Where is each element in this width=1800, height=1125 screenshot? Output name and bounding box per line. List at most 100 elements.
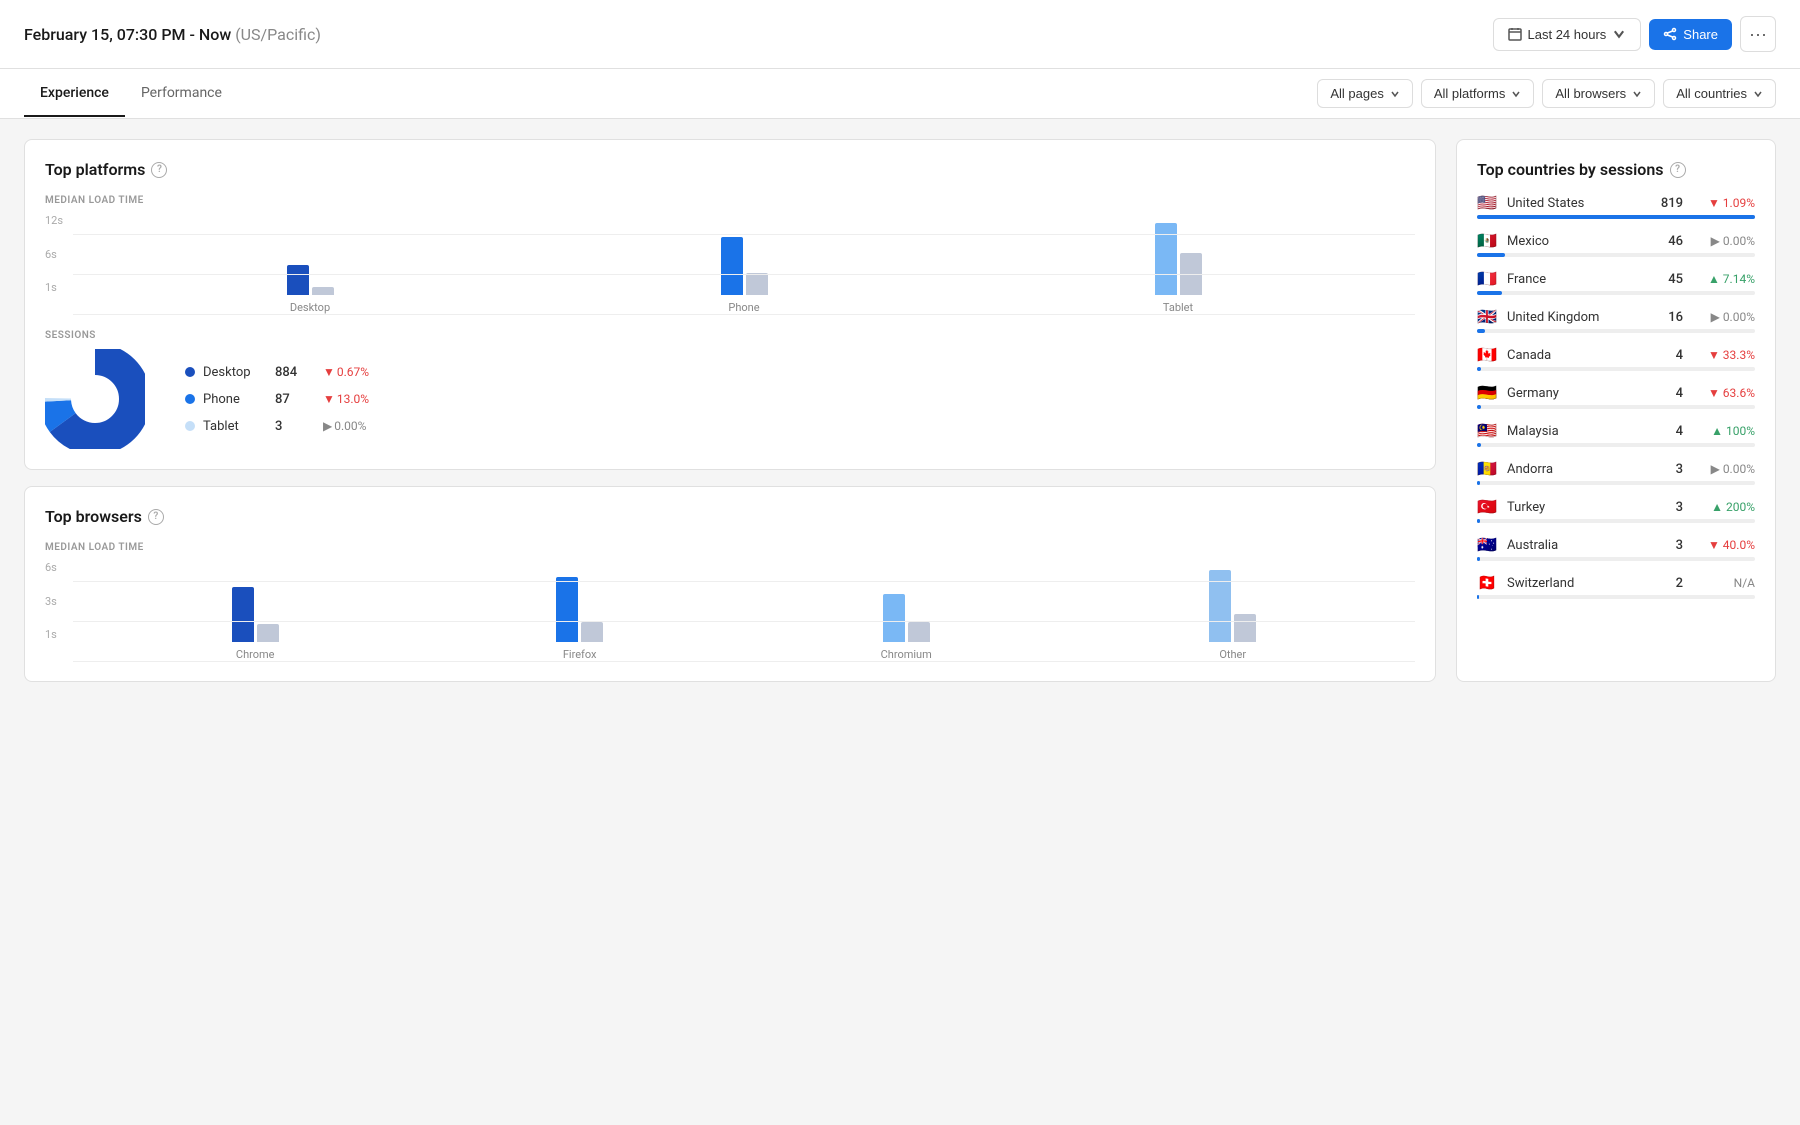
country-flag: 🇲🇽: [1477, 233, 1499, 249]
y-label-6s: 6s: [45, 248, 73, 261]
country-count: 46: [1658, 234, 1683, 249]
country-flag: 🇦🇺: [1477, 537, 1499, 553]
browsers-median-label: MEDIAN LOAD TIME: [45, 542, 1415, 553]
country-progress-fill: [1477, 367, 1481, 371]
country-change: ▼ 40.0%: [1695, 538, 1755, 552]
date-range-text: February 15, 07:30 PM - Now (US/Pacific): [24, 25, 321, 44]
country-progress-bg: [1477, 519, 1755, 523]
browser-grid-top: [73, 581, 1415, 582]
desktop-bar-primary: [287, 265, 309, 295]
country-progress-bg: [1477, 595, 1755, 599]
all-browsers-filter[interactable]: All browsers: [1542, 79, 1655, 108]
header: February 15, 07:30 PM - Now (US/Pacific)…: [0, 0, 1800, 69]
all-pages-label: All pages: [1330, 86, 1383, 101]
country-change: ▶ 0.00%: [1695, 310, 1755, 324]
all-pages-filter[interactable]: All pages: [1317, 79, 1412, 108]
chrome-bar-primary: [232, 587, 254, 642]
country-item: 🇲🇽 Mexico 46 ▶ 0.00%: [1477, 233, 1755, 257]
phone-label: Phone: [728, 301, 759, 314]
country-count: 16: [1658, 310, 1683, 325]
grid-line-mid: [73, 274, 1415, 275]
country-flag: 🇬🇧: [1477, 309, 1499, 325]
country-change: ▼ 63.6%: [1695, 386, 1755, 400]
country-item: 🇩🇪 Germany 4 ▼ 63.6%: [1477, 385, 1755, 409]
time-range-button[interactable]: Last 24 hours: [1493, 18, 1642, 51]
country-progress-bg: [1477, 367, 1755, 371]
legend-phone: Phone 87 ▼ 13.0%: [185, 392, 369, 407]
tablet-change: ▶ 0.00%: [323, 419, 366, 433]
country-progress-fill: [1477, 253, 1505, 257]
country-name: Mexico: [1507, 234, 1650, 249]
firefox-bar-secondary: [581, 622, 603, 642]
tabs-container: Experience Performance: [24, 71, 238, 117]
chrome-bar-secondary: [257, 624, 279, 642]
more-options-button[interactable]: ···: [1740, 16, 1776, 52]
country-flag: 🇩🇪: [1477, 385, 1499, 401]
grid-line-top: [73, 234, 1415, 235]
sessions-label: SESSIONS: [45, 330, 1415, 341]
grid-line-bottom: [73, 314, 1415, 315]
country-name: Canada: [1507, 348, 1650, 363]
country-item: 🇦🇺 Australia 3 ▼ 40.0%: [1477, 537, 1755, 561]
legend-dot-tablet: [185, 421, 195, 431]
country-flag: 🇺🇸: [1477, 195, 1499, 211]
countries-info-icon[interactable]: ?: [1670, 162, 1686, 178]
country-item: 🇲🇾 Malaysia 4 ▲ 100%: [1477, 423, 1755, 447]
phone-bar-primary: [721, 237, 743, 295]
firefox-label: Firefox: [563, 648, 597, 661]
country-name: France: [1507, 272, 1650, 287]
country-progress-bg: [1477, 329, 1755, 333]
browser-grid-mid: [73, 621, 1415, 622]
country-item: 🇨🇦 Canada 4 ▼ 33.3%: [1477, 347, 1755, 371]
all-browsers-label: All browsers: [1555, 86, 1626, 101]
chevron-down-icon: [1632, 89, 1642, 99]
y-label-12s: 12s: [45, 214, 73, 227]
browser-y-label-1s: 1s: [45, 628, 73, 641]
share-button[interactable]: Share: [1649, 19, 1732, 50]
browser-y-label-6s: 6s: [45, 561, 73, 574]
all-countries-filter[interactable]: All countries: [1663, 79, 1776, 108]
legend-tablet: Tablet 3 ▶ 0.00%: [185, 419, 369, 434]
chevron-down-icon: [1390, 89, 1400, 99]
tab-experience[interactable]: Experience: [24, 71, 125, 117]
date-range-value: February 15, 07:30 PM - Now: [24, 25, 231, 44]
chevron-down-icon: [1612, 27, 1626, 41]
legend-dot-phone: [185, 394, 195, 404]
country-change: ▼ 33.3%: [1695, 348, 1755, 362]
country-progress-bg: [1477, 215, 1755, 219]
browsers-info-icon[interactable]: ?: [148, 509, 164, 525]
all-platforms-label: All platforms: [1434, 86, 1506, 101]
country-progress-fill: [1477, 519, 1480, 523]
country-progress-fill: [1477, 405, 1481, 409]
tablet-bar-group: Tablet: [1155, 223, 1202, 314]
country-name: Germany: [1507, 386, 1650, 401]
platforms-bar-chart: 12s 6s 1s: [45, 214, 1415, 314]
legend-desktop: Desktop 884 ▼ 0.67%: [185, 365, 369, 380]
other-bar-secondary: [1234, 614, 1256, 642]
timezone-value: (US/Pacific): [235, 25, 321, 44]
desktop-bar-secondary: [312, 287, 334, 295]
browser-grid-bottom: [73, 661, 1415, 662]
country-progress-fill: [1477, 215, 1755, 219]
time-range-label: Last 24 hours: [1528, 27, 1607, 42]
country-count: 4: [1658, 424, 1683, 439]
platforms-pie-chart: [45, 349, 145, 449]
tab-performance[interactable]: Performance: [125, 71, 238, 117]
country-name: Turkey: [1507, 500, 1650, 515]
country-progress-bg: [1477, 481, 1755, 485]
country-item: 🇹🇷 Turkey 3 ▲ 200%: [1477, 499, 1755, 523]
chrome-bar-group: Chrome: [232, 587, 279, 661]
country-name: Switzerland: [1507, 576, 1650, 591]
platforms-info-icon[interactable]: ?: [151, 162, 167, 178]
country-item: 🇬🇧 United Kingdom 16 ▶ 0.00%: [1477, 309, 1755, 333]
legend-dot-desktop: [185, 367, 195, 377]
header-left: February 15, 07:30 PM - Now (US/Pacific): [24, 25, 321, 44]
country-progress-fill: [1477, 557, 1480, 561]
top-platforms-title: Top platforms ?: [45, 160, 1415, 179]
country-progress-fill: [1477, 481, 1480, 485]
all-platforms-filter[interactable]: All platforms: [1421, 79, 1535, 108]
country-count: 3: [1658, 500, 1683, 515]
desktop-label: Desktop: [290, 301, 330, 314]
share-label: Share: [1683, 27, 1718, 42]
calendar-icon: [1508, 27, 1522, 41]
